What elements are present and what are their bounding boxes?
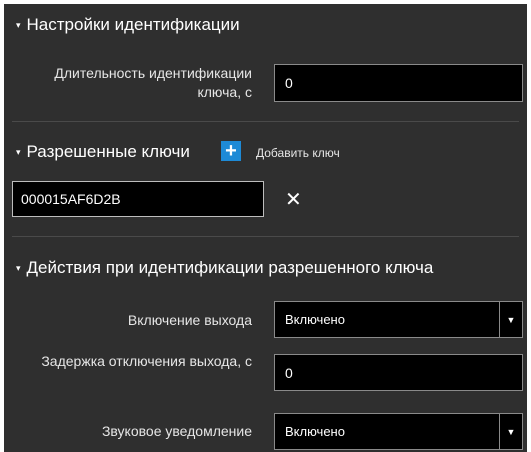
allowed-keys-title: Разрешенные ключи [26,142,190,161]
duration-label: Длительность идентификации ключа, с [54,65,252,100]
add-key-icon[interactable]: + [221,141,241,161]
collapse-chevron-icon: ▾ [16,146,21,157]
add-key-button[interactable]: Добавить ключ [256,146,340,160]
remove-key-icon[interactable]: ✕ [285,187,302,212]
actions-title: Действия при идентификации разрешенного … [26,258,434,277]
divider [12,121,519,122]
output-label: Включение выхода [127,312,252,328]
divider [12,236,519,237]
collapse-chevron-icon: ▾ [16,262,21,273]
delay-label: Задержка отключения выхода, с [41,353,252,369]
actions-header[interactable]: ▾ Действия при идентификации разрешенног… [16,258,433,278]
identification-settings-header[interactable]: ▾ Настройки идентификации [16,15,240,35]
identification-settings-title: Настройки идентификации [26,15,240,34]
dropdown-arrow-icon[interactable]: ▼ [499,414,522,449]
output-select[interactable]: Включено ▼ [274,301,523,338]
sound-label: Звуковое уведомление [101,423,252,439]
key-input[interactable]: 000015AF6D2B [12,181,264,217]
sound-select-value: Включено [285,424,345,439]
output-select-value: Включено [285,312,345,327]
delay-input[interactable]: 0 [274,354,523,391]
allowed-keys-header[interactable]: ▾ Разрешенные ключи [16,142,190,162]
sound-select[interactable]: Включено ▼ [274,413,523,450]
dropdown-arrow-icon[interactable]: ▼ [499,302,522,337]
collapse-chevron-icon: ▾ [16,19,21,30]
duration-input[interactable]: 0 [274,64,523,102]
settings-panel: ▾ Настройки идентификации Длительность и… [4,4,527,452]
